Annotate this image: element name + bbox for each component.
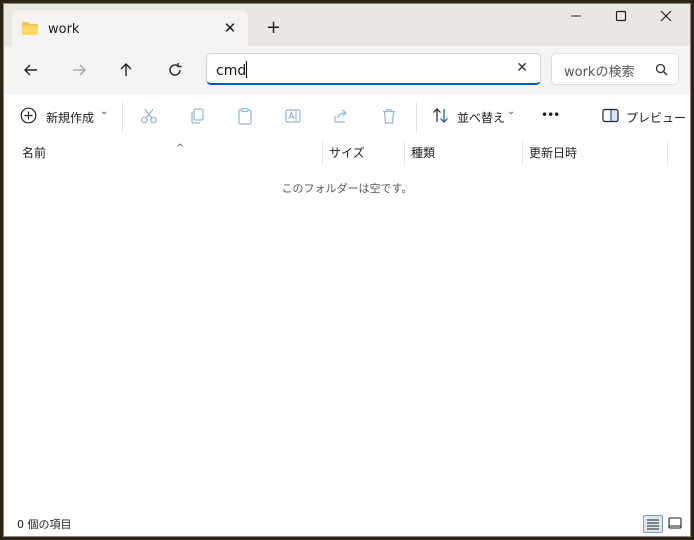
column-header-modified[interactable]: 更新日時 [523,140,668,166]
maximize-button[interactable] [603,10,639,34]
column-header-size[interactable]: サイズ [323,140,405,166]
search-icon [655,63,668,76]
delete-button[interactable] [380,105,404,129]
column-type-label: 種類 [411,146,436,160]
column-name-label: 名前 [22,146,47,160]
address-input[interactable]: cmd [216,61,248,79]
details-view-icon [647,519,659,530]
title-bar: work ✕ + [4,4,690,46]
arrow-left-icon [24,64,37,76]
tab-work[interactable]: work ✕ [12,10,248,46]
command-bar: 新規作成 ⌄ 並べ替え ⌄ ••• プレビュー [4,94,690,141]
copy-button[interactable] [188,105,212,129]
trash-icon [383,108,395,124]
arrow-right-icon [73,64,86,76]
details-view-button[interactable] [643,515,663,533]
item-count: 0 個の項目 [17,518,72,531]
folder-icon [22,20,38,35]
tab-title: work [48,22,80,37]
preview-button-label: プレビュー [626,111,687,125]
preview-pane-button[interactable]: プレビュー [602,105,686,129]
scissors-icon [141,108,157,124]
preview-pane-icon [602,108,619,123]
column-size-label: サイズ [329,146,365,160]
text-cursor [246,61,248,78]
minimize-button[interactable] [558,10,594,34]
file-explorer-window: work ✕ + cmd ✕ workの検索 新規作成 ⌄ 並べ替え ⌄ •••… [3,3,691,537]
copy-icon [191,108,204,124]
arrow-up-icon [120,63,132,76]
up-button[interactable] [114,58,138,82]
column-header-row: 名前 ^ サイズ 種類 更新日時 [4,140,690,166]
refresh-button[interactable] [163,58,187,82]
sort-button-label: 並べ替え [457,111,506,125]
address-bar[interactable]: cmd ✕ [206,53,541,85]
chevron-down-icon: ⌄ [100,106,109,117]
column-header-type[interactable]: 種類 [405,140,523,166]
status-bar: 0 個の項目 [4,512,690,536]
maximize-icon [615,10,627,22]
new-button[interactable]: 新規作成 ⌄ [20,105,110,129]
share-button[interactable] [332,105,356,129]
refresh-icon [169,63,182,76]
clipboard-icon [238,107,252,125]
address-value: cmd [216,63,247,79]
back-button[interactable] [19,58,43,82]
rename-icon [285,109,301,123]
sort-ascending-icon: ^ [176,143,185,154]
search-box[interactable]: workの検索 [551,53,679,85]
plus-circle-icon [20,107,37,124]
close-icon [660,10,672,22]
navigation-bar: cmd ✕ workの検索 [4,46,690,95]
close-window-button[interactable] [648,10,684,34]
clear-address-icon[interactable]: ✕ [516,60,528,76]
share-icon [334,109,347,123]
more-options-button[interactable]: ••• [539,105,563,129]
sort-button[interactable]: 並べ替え ⌄ [432,105,518,129]
forward-button[interactable] [67,58,91,82]
cut-button[interactable] [140,105,164,129]
column-modified-label: 更新日時 [529,146,578,160]
column-header-name[interactable]: 名前 ^ [16,140,323,166]
rename-button[interactable] [284,105,308,129]
empty-folder-message: このフォルダーは空です。 [281,182,413,195]
search-input[interactable]: workの検索 [564,61,634,80]
paste-button[interactable] [236,105,260,129]
tiles-view-button[interactable] [666,515,686,533]
new-tab-button[interactable]: + [266,17,281,38]
tiles-view-icon [668,517,682,529]
minimize-icon [571,15,581,17]
more-icon: ••• [541,108,560,122]
toolbar-divider [416,102,417,132]
sort-arrows-icon [433,108,448,123]
chevron-down-icon: ⌄ [507,106,516,117]
toolbar-divider [122,102,123,132]
close-tab-icon[interactable]: ✕ [222,19,238,37]
new-button-label: 新規作成 [46,111,95,125]
